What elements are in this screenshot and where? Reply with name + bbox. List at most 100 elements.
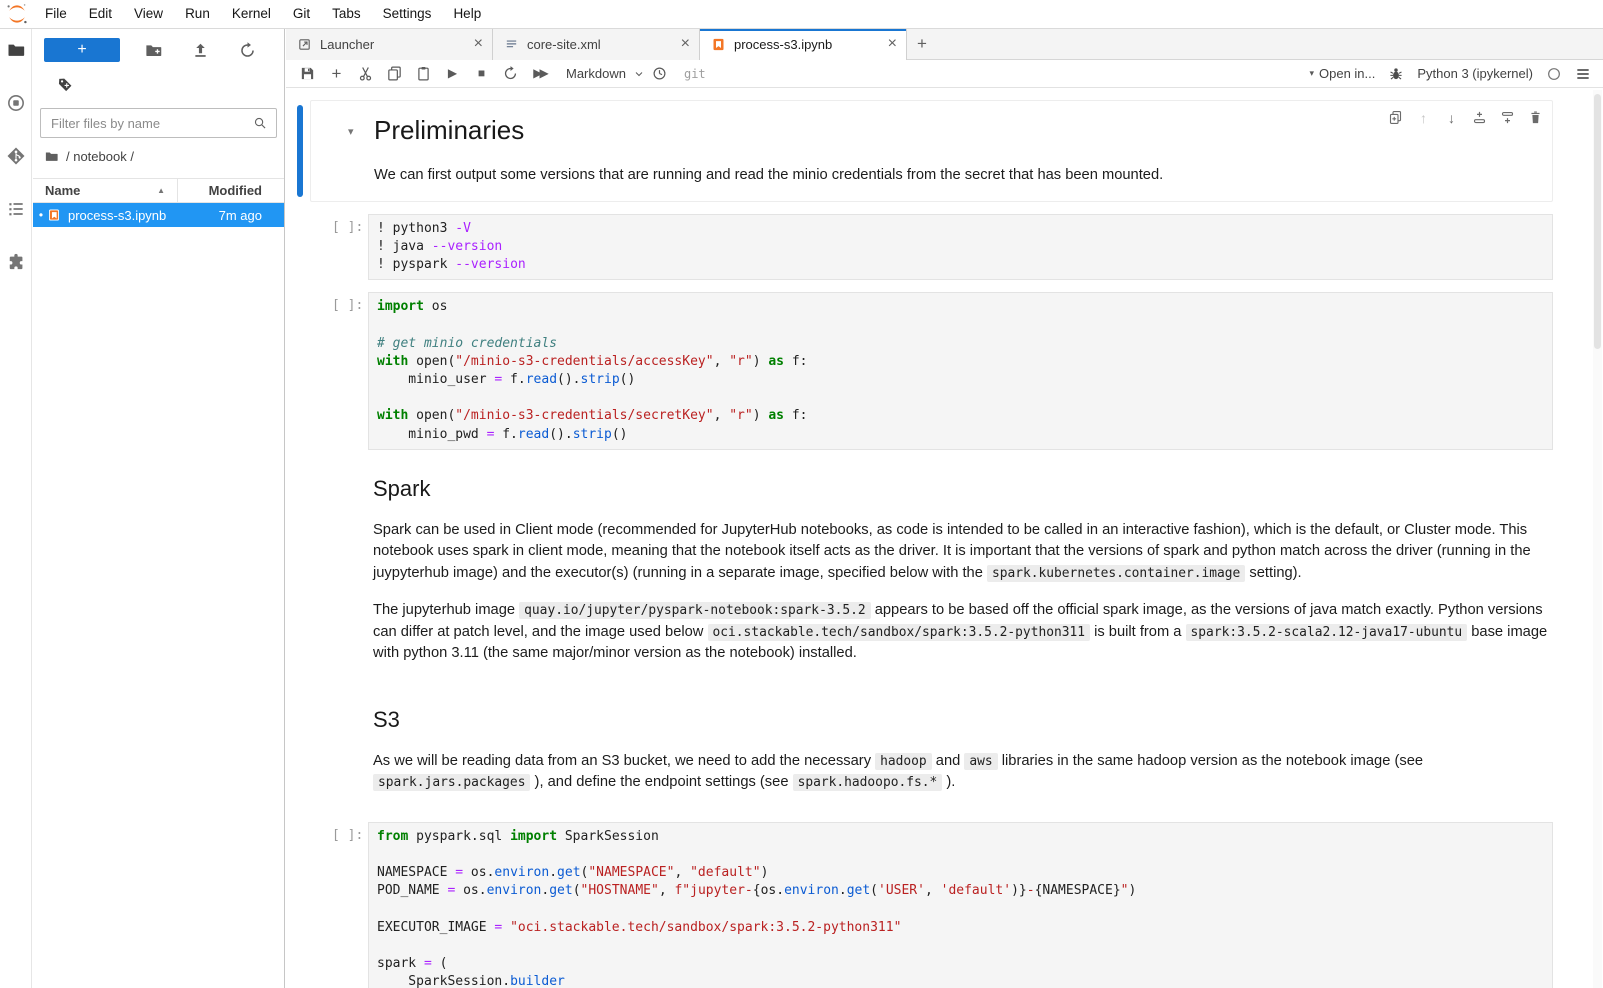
sort-ascending-icon: ▲ bbox=[157, 186, 165, 195]
cell-prompt bbox=[332, 462, 368, 681]
cell-collapser[interactable] bbox=[297, 105, 303, 197]
file-browser-toolbar-row2 bbox=[33, 62, 284, 95]
open-in-label: Open in... bbox=[1319, 66, 1375, 81]
menu-edit[interactable]: Edit bbox=[78, 0, 123, 28]
open-in-dropdown[interactable]: ▾ Open in... bbox=[1309, 66, 1375, 81]
md-paragraph: Spark can be used in Client mode (recomm… bbox=[373, 520, 1553, 585]
debugger-bug-icon[interactable] bbox=[1388, 66, 1404, 82]
close-icon[interactable]: × bbox=[888, 36, 897, 52]
cell-type-dropdown[interactable]: Markdown bbox=[566, 66, 645, 81]
new-launcher-button[interactable]: + bbox=[44, 38, 120, 62]
menu-settings[interactable]: Settings bbox=[372, 0, 443, 28]
extension-manager-icon[interactable] bbox=[6, 252, 26, 272]
git-clone-icon[interactable] bbox=[58, 77, 73, 92]
table-of-contents-icon[interactable] bbox=[6, 199, 26, 219]
menu-help[interactable]: Help bbox=[442, 0, 492, 28]
tab-launcher[interactable]: Launcher × bbox=[286, 28, 493, 60]
notebook-menu-icon[interactable] bbox=[1575, 66, 1591, 82]
copy-cells-icon[interactable] bbox=[386, 65, 403, 82]
tab-core-site-xml[interactable]: core-site.xml × bbox=[493, 28, 700, 60]
restart-kernel-icon[interactable] bbox=[502, 65, 519, 82]
upload-icon[interactable] bbox=[191, 41, 210, 60]
search-icon bbox=[252, 115, 268, 131]
launcher-icon bbox=[297, 37, 312, 52]
duplicate-cell-icon[interactable] bbox=[1388, 110, 1403, 125]
cell-prompt bbox=[332, 693, 368, 810]
heading-collapse-icon[interactable]: ▾ bbox=[348, 125, 354, 138]
plus-icon: + bbox=[917, 34, 927, 54]
text-file-icon bbox=[504, 37, 519, 52]
close-icon[interactable]: × bbox=[474, 36, 483, 52]
cell-toolbar: ↑ ↓ bbox=[1388, 110, 1543, 125]
code-editor[interactable]: ! python3 -V! java --version! pyspark --… bbox=[368, 214, 1553, 281]
markdown-cell-spark[interactable]: Spark Spark can be used in Client mode (… bbox=[286, 460, 1603, 683]
md-paragraph: The jupyterhub image quay.io/jupyter/pys… bbox=[373, 600, 1553, 665]
inline-code: spark.jars.packages bbox=[373, 774, 530, 791]
file-filter bbox=[40, 108, 277, 138]
breadcrumb-path: / notebook / bbox=[66, 149, 134, 164]
menu-view[interactable]: View bbox=[123, 0, 174, 28]
move-cell-down-icon[interactable]: ↓ bbox=[1444, 110, 1459, 125]
menu-git[interactable]: Git bbox=[282, 0, 321, 28]
menu-tabs[interactable]: Tabs bbox=[321, 0, 372, 28]
git-sidebar-icon[interactable] bbox=[6, 146, 26, 166]
interrupt-kernel-icon[interactable]: ■ bbox=[473, 65, 490, 82]
column-header-modified[interactable]: Modified bbox=[178, 183, 284, 198]
cell-prompt: [ ]: bbox=[332, 822, 368, 988]
folder-icon bbox=[44, 149, 59, 164]
insert-cell-above-icon[interactable] bbox=[1472, 110, 1487, 125]
file-browser-panel: + / notebook / Name ▲ Modified bbox=[33, 29, 285, 988]
new-tab-button[interactable]: + bbox=[907, 28, 937, 60]
kernel-status-icon[interactable] bbox=[1546, 66, 1562, 82]
save-icon[interactable] bbox=[299, 65, 316, 82]
menu-file[interactable]: File bbox=[34, 0, 78, 28]
column-header-name[interactable]: Name ▲ bbox=[33, 179, 178, 202]
notebook-panel: ▾ ↑ ↓ Preliminaries We can first output … bbox=[286, 89, 1603, 988]
cut-cells-icon[interactable] bbox=[357, 65, 374, 82]
md-paragraph: As we will be reading data from an S3 bu… bbox=[373, 751, 1553, 794]
jupyter-logo-icon bbox=[0, 2, 34, 26]
move-cell-up-icon[interactable]: ↑ bbox=[1416, 110, 1431, 125]
file-name: process-s3.ipynb bbox=[68, 208, 219, 223]
menu-kernel[interactable]: Kernel bbox=[221, 0, 282, 28]
tab-process-s3-ipynb[interactable]: process-s3.ipynb × bbox=[700, 28, 907, 60]
inline-code: spark:3.5.2-scala2.12-java17-ubuntu bbox=[1186, 624, 1468, 641]
file-row-selected[interactable]: • process-s3.ipynb 7m ago bbox=[33, 203, 284, 227]
file-filter-input[interactable] bbox=[40, 108, 277, 138]
menu-bar: File Edit View Run Kernel Git Tabs Setti… bbox=[0, 0, 1603, 29]
code-editor[interactable]: from pyspark.sql import SparkSession NAM… bbox=[368, 822, 1553, 988]
code-editor[interactable]: import os # get minio credentialswith op… bbox=[368, 292, 1553, 450]
code-cell-versions[interactable]: [ ]: ! python3 -V! java --version! pyspa… bbox=[286, 212, 1603, 283]
delete-cell-icon[interactable] bbox=[1528, 110, 1543, 125]
cell-type-value: Markdown bbox=[566, 66, 626, 81]
execution-time-icon[interactable] bbox=[651, 65, 668, 82]
chevron-down-icon bbox=[633, 68, 645, 80]
markdown-cell-preliminaries[interactable]: ▾ ↑ ↓ Preliminaries We can first output … bbox=[310, 100, 1553, 202]
inline-code: quay.io/jupyter/pyspark-notebook:spark-3… bbox=[519, 602, 870, 619]
file-browser-icon[interactable] bbox=[6, 40, 26, 60]
restart-run-all-icon[interactable]: ▶▶ bbox=[531, 65, 548, 82]
md-heading-s3: S3 bbox=[373, 707, 1553, 733]
plus-icon: + bbox=[77, 41, 86, 58]
run-cell-icon[interactable]: ▶ bbox=[444, 65, 461, 82]
code-cell-spark-session[interactable]: [ ]: from pyspark.sql import SparkSessio… bbox=[286, 820, 1603, 988]
notebook-scrollbar[interactable] bbox=[1593, 90, 1602, 988]
scrollbar-thumb[interactable] bbox=[1594, 94, 1601, 349]
breadcrumb[interactable]: / notebook / bbox=[33, 138, 284, 171]
markdown-cell-s3[interactable]: S3 As we will be reading data from an S3… bbox=[286, 691, 1603, 812]
inline-code: aws bbox=[964, 753, 997, 770]
code-cell-minio-credentials[interactable]: [ ]: import os # get minio credentialswi… bbox=[286, 290, 1603, 452]
kernel-name[interactable]: Python 3 (ipykernel) bbox=[1417, 66, 1533, 81]
dock-tab-bar: Launcher × core-site.xml × process-s3.ip… bbox=[286, 28, 1603, 60]
running-kernels-icon[interactable] bbox=[6, 93, 26, 113]
close-icon[interactable]: × bbox=[681, 36, 690, 52]
menu-run[interactable]: Run bbox=[174, 0, 221, 28]
refresh-file-browser-icon[interactable] bbox=[238, 41, 257, 60]
notebook-file-icon bbox=[711, 37, 726, 52]
insert-cell-icon[interactable]: + bbox=[328, 65, 345, 82]
md-paragraph: We can first output some versions that a… bbox=[374, 165, 1526, 187]
fast-forward-icon: ▶▶ bbox=[533, 65, 545, 82]
new-folder-icon[interactable] bbox=[144, 41, 163, 60]
insert-cell-below-icon[interactable] bbox=[1500, 110, 1515, 125]
paste-cells-icon[interactable] bbox=[415, 65, 432, 82]
